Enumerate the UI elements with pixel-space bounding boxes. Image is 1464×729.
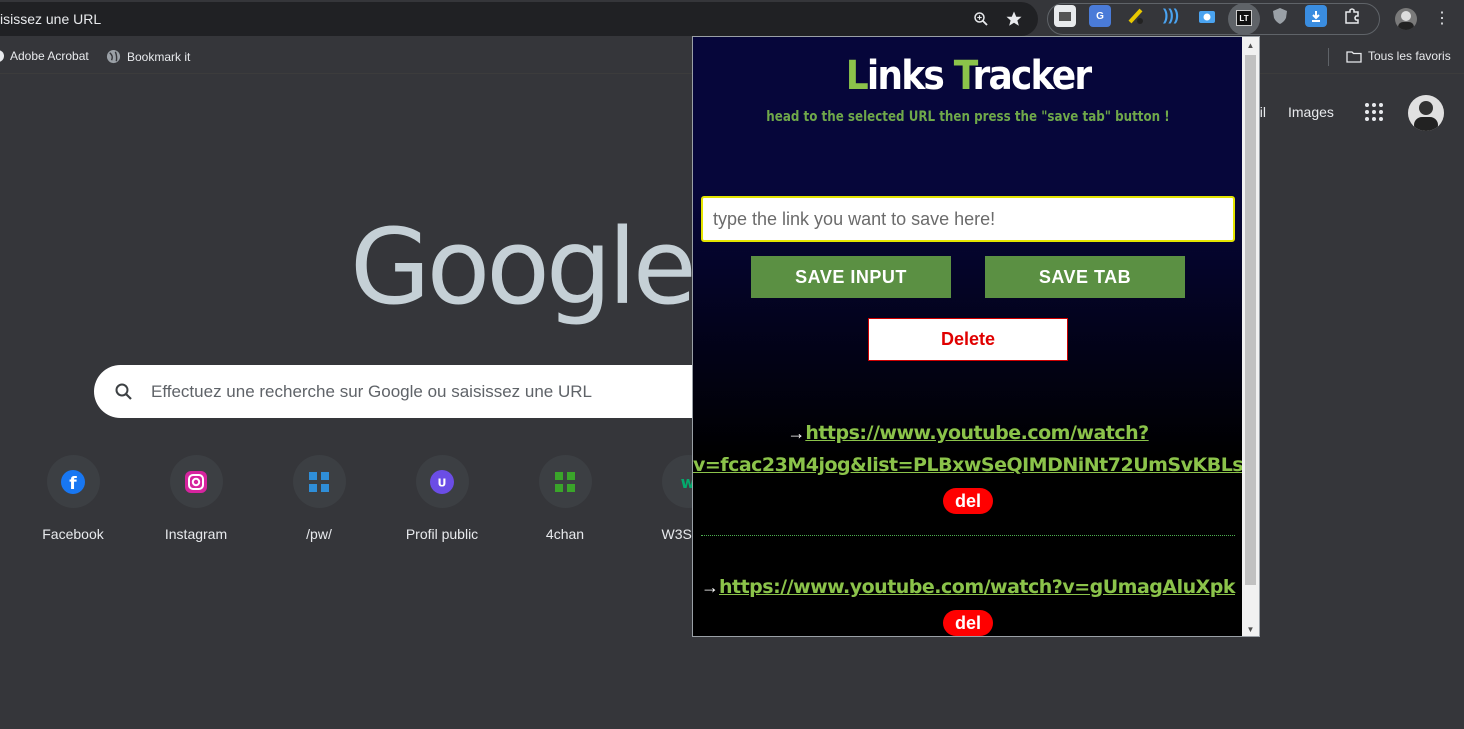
popup-subtitle: head to the selected URL then press the … xyxy=(766,109,1170,125)
shortcut-facebook[interactable]: f Facebook xyxy=(23,455,123,542)
del-link-button[interactable]: del xyxy=(943,488,993,514)
download-ext-icon[interactable] xyxy=(1305,5,1327,27)
shortcut-4chan[interactable]: 4chan xyxy=(515,455,615,542)
arrow-icon: → xyxy=(700,577,719,597)
globe-icon xyxy=(106,49,121,64)
bookmark-star-icon[interactable] xyxy=(1005,10,1023,28)
search-icon xyxy=(115,383,132,400)
shortcut-label: /pw/ xyxy=(306,526,332,542)
link-input[interactable] xyxy=(701,196,1235,242)
save-input-button[interactable]: SAVE INPUT xyxy=(751,256,951,298)
acrobat-icon xyxy=(0,50,4,62)
bookmark-label: Bookmark it xyxy=(127,49,191,64)
links-tracker-ext-icon: LT xyxy=(1236,10,1252,26)
del-link-button[interactable]: del xyxy=(943,610,993,636)
title-part-racker: racker xyxy=(972,53,1093,99)
omnibox[interactable]: isissez une URL xyxy=(0,2,1038,36)
popup-scrollbar[interactable]: ▲ ▼ xyxy=(1242,37,1259,636)
google-apps-icon[interactable] xyxy=(1364,102,1384,122)
scroll-down-arrow-icon[interactable]: ▼ xyxy=(1242,621,1259,636)
links-tracker-ext-button[interactable]: LT xyxy=(1228,3,1260,35)
account-avatar[interactable] xyxy=(1408,95,1444,131)
saved-link-item: →https://www.youtube.com/watch?v=gUmagAl… xyxy=(693,572,1243,636)
shortcut-instagram[interactable]: Instagram xyxy=(146,455,246,542)
arrow-icon: → xyxy=(787,423,806,443)
images-link[interactable]: Images xyxy=(1288,104,1334,120)
bookmark-bookmark-it[interactable]: Bookmark it xyxy=(106,49,190,64)
popup-content: Links Tracker head to the selected URL t… xyxy=(693,37,1259,636)
popup-title: Links Tracker xyxy=(721,53,1216,99)
save-tab-button[interactable]: SAVE TAB xyxy=(985,256,1185,298)
google-logo: Google xyxy=(350,206,697,328)
bookmarks-divider xyxy=(1328,48,1329,66)
shortcut-label: Instagram xyxy=(164,526,228,542)
shortcut-pw[interactable]: /pw/ xyxy=(269,455,369,542)
saved-link-item: →https://www.youtube.com/watch? v=fcac23… xyxy=(693,418,1259,514)
links-tracker-popup: Links Tracker head to the selected URL t… xyxy=(692,36,1260,637)
svg-text:f: f xyxy=(69,474,77,494)
translate-ext-icon[interactable]: G xyxy=(1089,5,1111,27)
google-search-box[interactable]: Effectuez une recherche sur Google ou sa… xyxy=(94,365,734,418)
saved-link-url[interactable]: https://www.youtube.com/watch? xyxy=(805,422,1149,444)
shortcut-label: Facebook xyxy=(42,526,104,542)
svg-text:U: U xyxy=(438,476,447,489)
screenshot-ext-icon[interactable] xyxy=(1196,5,1218,27)
browser-toolbar: isissez une URL G ))) LT ⋮ xyxy=(0,0,1464,38)
scroll-up-arrow-icon[interactable]: ▲ xyxy=(1242,37,1259,54)
all-bookmarks-folder[interactable]: Tous les favoris xyxy=(1346,49,1451,63)
scroll-thumb[interactable] xyxy=(1245,55,1256,585)
puzzle-icon[interactable] xyxy=(1341,5,1363,27)
more-menu-icon[interactable]: ⋮ xyxy=(1432,10,1452,30)
profile-avatar-icon[interactable] xyxy=(1395,8,1417,30)
zoom-icon[interactable] xyxy=(972,10,990,28)
shortcut-profil-public[interactable]: U Profil public xyxy=(392,455,492,542)
profile-u-icon: U xyxy=(430,469,454,494)
instagram-icon xyxy=(185,470,207,493)
highlighter-ext-icon[interactable] xyxy=(1125,5,1147,27)
facebook-icon: f xyxy=(61,469,85,494)
shortcut-label: 4chan xyxy=(545,526,585,542)
saved-link-url[interactable]: https://www.youtube.com/watch?v=gUmagAlu… xyxy=(719,576,1236,598)
4chan-icon xyxy=(555,471,575,492)
delete-button[interactable]: Delete xyxy=(868,318,1068,361)
link-divider xyxy=(701,535,1235,536)
wave-ext-icon[interactable]: ))) xyxy=(1160,5,1182,27)
title-accent-l: L xyxy=(845,53,869,99)
camera-ext-icon[interactable] xyxy=(1054,5,1076,27)
saved-link-url-cont[interactable]: v=fcac23M4jog&list=PLBxwSeQIMDNiNt72UmSv… xyxy=(693,454,1259,476)
pw-icon xyxy=(309,471,329,492)
bookmark-adobe-acrobat[interactable]: Adobe Acrobat xyxy=(0,49,89,63)
folder-icon xyxy=(1346,50,1362,63)
search-placeholder: Effectuez une recherche sur Google ou sa… xyxy=(151,382,592,401)
title-accent-t: T xyxy=(953,53,975,99)
shield-ext-icon[interactable] xyxy=(1269,5,1291,27)
all-bookmarks-label: Tous les favoris xyxy=(1368,49,1451,63)
title-part-inks: inks xyxy=(866,53,954,99)
omnibox-text[interactable]: isissez une URL xyxy=(0,11,101,27)
bookmark-label: Adobe Acrobat xyxy=(10,49,89,63)
shortcut-label: Profil public xyxy=(405,526,479,542)
